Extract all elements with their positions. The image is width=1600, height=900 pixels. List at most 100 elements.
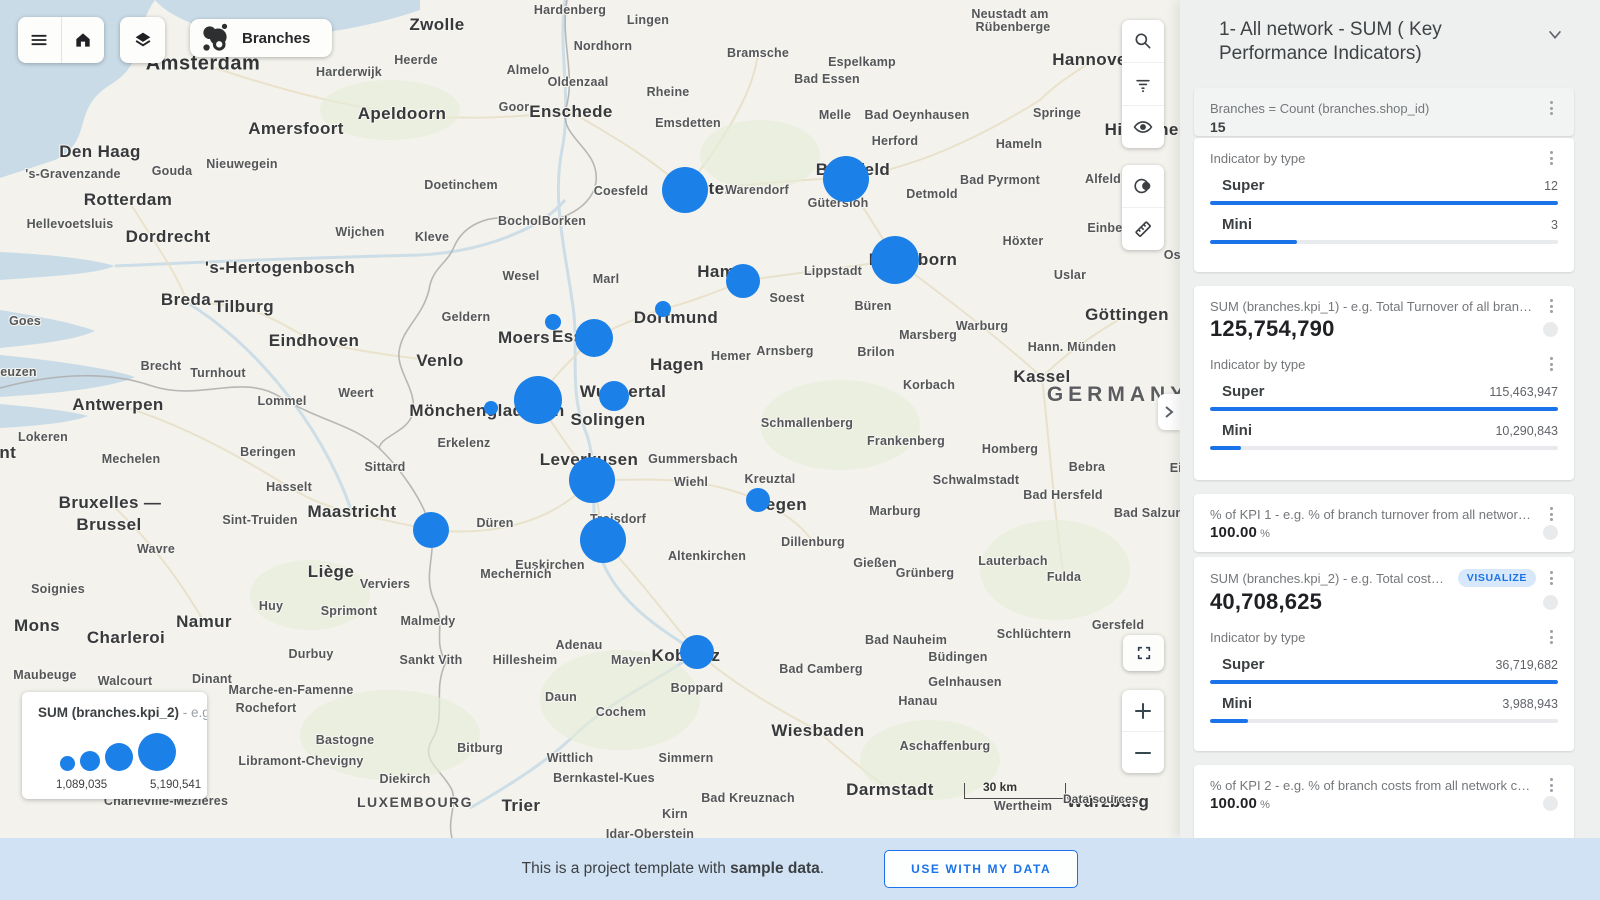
map-label: Soest [769, 291, 804, 305]
indicator-row: Super 12 [1210, 177, 1558, 194]
branch-bubble[interactable] [580, 517, 626, 563]
map-label: Schmallenberg [761, 416, 853, 430]
map-label: Gelnhausen [928, 675, 1002, 689]
basemap-toggle-button[interactable] [1122, 165, 1164, 207]
branch-bubble[interactable] [680, 635, 714, 669]
branch-bubble[interactable] [545, 314, 561, 330]
branch-bubble[interactable] [746, 488, 770, 512]
search-icon [1133, 31, 1153, 51]
indicator-value: 36,719,682 [1495, 658, 1558, 672]
map-canvas[interactable]: AmsterdamZwolleApeldoornAmersfoortEnsche… [0, 0, 1180, 838]
card-menu-button[interactable] [1544, 506, 1558, 522]
map-label: Oldenzaal [548, 75, 609, 89]
card-menu-button[interactable] [1544, 629, 1558, 645]
map-label: Den Haag [59, 142, 141, 162]
map-label: Rübenberge [976, 20, 1051, 34]
map-label: Malmedy [401, 614, 456, 628]
visualize-button[interactable]: VISUALIZE [1458, 569, 1536, 587]
map-label: Bad Oeynhausen [865, 108, 970, 122]
map-label: Moers [498, 328, 550, 348]
fullscreen-button[interactable] [1123, 635, 1164, 671]
map-label: Osterode [1164, 248, 1180, 262]
card-label: SUM (branches.kpi_2) - e.g. Total costs … [1210, 571, 1450, 586]
map-label: Erkelenz [437, 436, 490, 450]
indicator-bar [1210, 201, 1558, 205]
map-label: Nordhorn [574, 39, 633, 53]
home-button[interactable] [61, 17, 104, 63]
indicator-value: 3,988,943 [1502, 697, 1558, 711]
branch-bubble[interactable] [575, 319, 613, 357]
map-label: Wittlich [547, 751, 594, 765]
branch-bubble[interactable] [655, 301, 671, 317]
card-menu-button[interactable] [1544, 570, 1558, 586]
map-label: Idar-Oberstein [606, 827, 694, 838]
map-label: Bad Kreuznach [701, 791, 795, 805]
kpi2-value: 40,708,625 [1210, 589, 1543, 615]
card-label: Indicator by type [1210, 151, 1536, 166]
chevron-right-icon [1163, 405, 1175, 419]
zoom-out-button[interactable] [1122, 732, 1164, 773]
map-scale-bar: 30 km [964, 783, 1066, 799]
branch-bubble[interactable] [823, 156, 869, 202]
map-label: Herford [872, 134, 919, 148]
filter-button[interactable] [1122, 63, 1164, 105]
map-attribution[interactable]: Data sources [1063, 792, 1138, 806]
measure-button[interactable] [1122, 208, 1164, 250]
card-menu-button[interactable] [1544, 777, 1558, 793]
sidebar-collapse-tab[interactable] [1158, 394, 1180, 430]
map-label: Dortmund [634, 308, 718, 328]
branches-count-value: 15 [1210, 119, 1558, 135]
map-label: Wertheim [994, 799, 1052, 813]
layers-button[interactable] [120, 17, 165, 63]
map-label: Durbuy [289, 647, 334, 661]
map-label: Trier [502, 796, 541, 816]
legend-circle [138, 733, 176, 771]
card-menu-button[interactable] [1544, 150, 1558, 166]
card-menu-button[interactable] [1544, 356, 1558, 372]
branch-bubble[interactable] [871, 236, 919, 284]
collapse-section-button[interactable] [1546, 28, 1564, 47]
map-label: Kirn [662, 807, 688, 821]
branch-bubble[interactable] [484, 401, 498, 415]
branches-layer-pill[interactable]: Branches [190, 19, 332, 57]
map-label: Hasselt [266, 480, 312, 494]
map-label: Zwolle [409, 15, 464, 35]
card-label: Indicator by type [1210, 630, 1536, 645]
kpi1-value: 125,754,790 [1210, 316, 1543, 342]
cluster-icon [196, 19, 234, 57]
indicator-bar [1210, 719, 1558, 723]
use-with-my-data-button[interactable]: USE WITH MY DATA [884, 850, 1078, 888]
branch-bubble[interactable] [514, 376, 562, 424]
branch-bubble[interactable] [569, 457, 615, 503]
card-menu-button[interactable] [1544, 100, 1558, 116]
map-label: Lippstadt [804, 264, 862, 278]
indicator-value: 115,463,947 [1489, 385, 1558, 399]
map-label: Göttingen [1085, 305, 1169, 325]
map-label: Breda [161, 290, 211, 310]
indicator-name: Mini [1222, 695, 1502, 712]
search-button[interactable] [1122, 20, 1164, 62]
map-label: Bad Hersfeld [1023, 488, 1103, 502]
map-label: Grünberg [896, 566, 955, 580]
map-label: Marl [593, 272, 620, 286]
map-label: Antwerpen [72, 395, 163, 415]
map-label: Tilburg [214, 297, 274, 317]
branch-bubble[interactable] [599, 381, 629, 411]
indicator-name: Mini [1222, 216, 1551, 233]
map-label: Detmold [906, 187, 957, 201]
branches-count-card[interactable]: Branches = Count (branches.shop_id) 15 [1194, 88, 1574, 136]
branch-bubble[interactable] [662, 167, 708, 213]
card-menu-button[interactable] [1544, 298, 1558, 314]
map-label: Hemer [711, 349, 751, 363]
map-label: Simmern [659, 751, 714, 765]
scale-label: 30 km [983, 780, 1017, 794]
branch-bubble[interactable] [726, 264, 760, 298]
map-label: Walcourt [98, 674, 153, 688]
map-label: Hann. Münden [1028, 340, 1117, 354]
branch-bubble[interactable] [413, 512, 449, 548]
plus-icon [1134, 702, 1152, 720]
kpi-sidebar: 1- All network - SUM ( Key Performance I… [1180, 0, 1600, 838]
menu-button[interactable] [18, 17, 61, 63]
visibility-button[interactable] [1122, 106, 1164, 148]
zoom-in-button[interactable] [1122, 690, 1164, 731]
